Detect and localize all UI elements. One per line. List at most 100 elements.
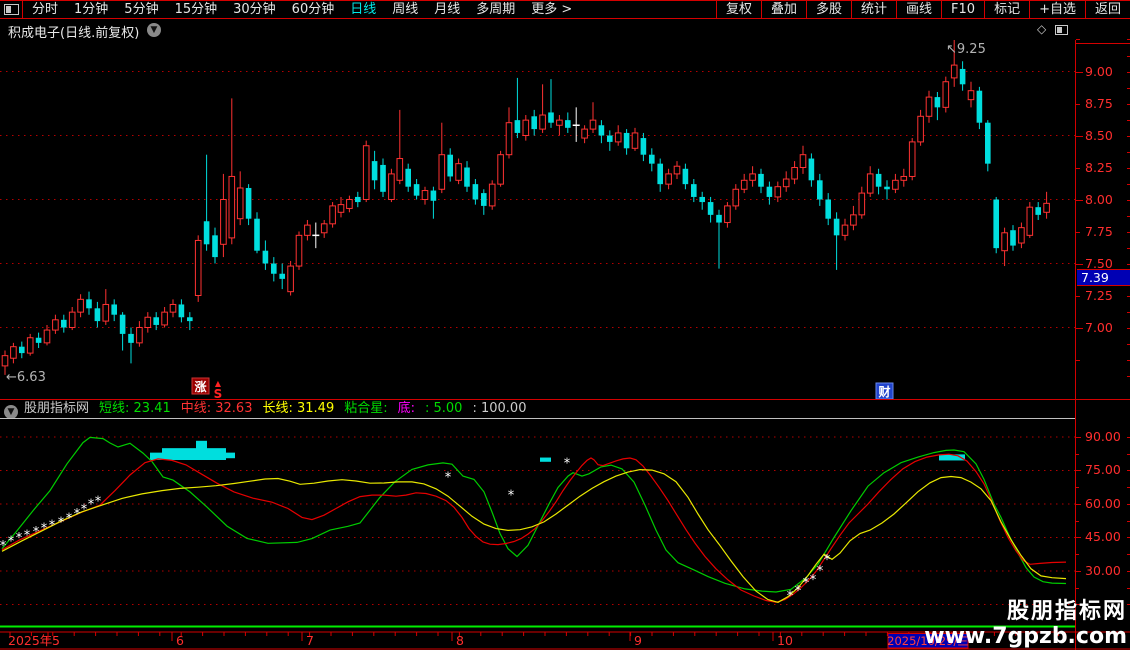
- indicator-stat: 粘合星:: [344, 401, 387, 416]
- candle: [859, 187, 865, 219]
- indicator-tick: [1076, 504, 1081, 505]
- candle: [111, 299, 117, 321]
- candle: [372, 151, 378, 189]
- candle: [767, 182, 773, 205]
- watermark-site-name: 股朋指标网: [924, 599, 1127, 624]
- adhesion-star-histogram: [207, 448, 226, 460]
- menu-item-tool[interactable]: 复权: [716, 1, 761, 18]
- star-marker: *: [16, 531, 23, 546]
- menu-item-period[interactable]: 60分钟: [284, 1, 343, 18]
- candle: [775, 182, 781, 202]
- price-label: 8.25: [1085, 160, 1113, 175]
- candle: [53, 315, 59, 334]
- indicator-stat: 长线: 31.49: [262, 401, 334, 416]
- candlestick-chart[interactable]: ↖9.25←6.63涨▲S财: [0, 40, 1075, 399]
- menu-item-tool[interactable]: 叠加: [761, 1, 806, 18]
- price-tick: [1076, 328, 1083, 329]
- star-marker: *: [33, 525, 40, 540]
- menu-item-tool[interactable]: 返回: [1085, 1, 1130, 18]
- menu-item-period[interactable]: 月线: [426, 1, 468, 18]
- candle: [355, 192, 361, 207]
- menu-item-period[interactable]: 15分钟: [167, 1, 226, 18]
- indicator-chart[interactable]: **********************: [0, 419, 1075, 628]
- indicator-tick: [1076, 470, 1081, 471]
- candle: [439, 123, 445, 193]
- candle: [842, 219, 848, 241]
- price-axis: 9.008.758.508.258.007.757.507.257.007.39…: [1075, 40, 1130, 650]
- menu-item-tool[interactable]: 画线: [896, 1, 941, 18]
- candle: [666, 169, 672, 189]
- indicator-axis-label: 30.00: [1085, 563, 1121, 578]
- candle: [590, 102, 596, 133]
- candle: [540, 84, 546, 133]
- indicator-tick: [1076, 588, 1079, 589]
- menu-item-period[interactable]: 日线: [342, 1, 384, 18]
- diamond-icon[interactable]: ◇: [1037, 22, 1046, 36]
- layout-toggle-button[interactable]: [0, 1, 23, 18]
- menu-item-period[interactable]: 5分钟: [116, 1, 166, 18]
- indicator-stat: 短线: 23.41: [99, 401, 171, 416]
- menu-item-period[interactable]: 周线: [384, 1, 426, 18]
- star-marker: *: [564, 457, 571, 472]
- price-label: 9.00: [1085, 64, 1113, 79]
- candle: [649, 148, 655, 171]
- adhesion-star-histogram: [162, 448, 196, 460]
- price-tick: [1076, 136, 1083, 137]
- candle: [187, 312, 193, 330]
- chevron-down-icon[interactable]: ▼: [147, 23, 161, 37]
- indicator-tick: [1076, 537, 1081, 538]
- pane-layout-icon[interactable]: [1055, 25, 1068, 35]
- candle: [254, 212, 260, 253]
- menu-item-period[interactable]: 多周期: [468, 1, 523, 18]
- candle: [447, 148, 453, 181]
- candle: [397, 110, 403, 184]
- menu-item-tool[interactable]: 标记: [984, 1, 1029, 18]
- month-label: 9: [634, 633, 642, 648]
- candle: [809, 153, 815, 186]
- candle: [909, 138, 915, 180]
- candle: [338, 197, 344, 217]
- adhesion-star-histogram: [540, 458, 551, 462]
- price-tick: [1076, 360, 1080, 361]
- candle: [288, 261, 294, 296]
- menu-item-tool[interactable]: 多股: [806, 1, 851, 18]
- candle: [901, 169, 907, 187]
- svg-text:涨: 涨: [194, 379, 206, 394]
- candle: [977, 87, 983, 129]
- candle: [993, 197, 999, 253]
- indicator-tick: [1076, 554, 1079, 555]
- star-marker: *: [824, 553, 831, 568]
- period-menu: 分时1分钟5分钟15分钟30分钟60分钟日线周线月线多周期更多 >: [24, 1, 580, 18]
- candle: [1010, 225, 1016, 251]
- candle: [27, 334, 33, 356]
- candle: [741, 174, 747, 193]
- menu-item-tool[interactable]: 统计: [851, 1, 896, 18]
- collapse-icon[interactable]: ▼: [4, 405, 18, 419]
- menu-item-period[interactable]: 30分钟: [225, 1, 284, 18]
- menu-item-period[interactable]: 分时: [24, 1, 66, 18]
- candle: [137, 321, 143, 347]
- candle: [36, 333, 42, 348]
- candle: [599, 120, 605, 143]
- candle: [683, 164, 689, 190]
- menu-item-period[interactable]: 更多 >: [523, 1, 580, 18]
- star-marker: *: [58, 515, 65, 530]
- candle: [162, 307, 168, 327]
- adhesion-star-histogram: [196, 441, 207, 460]
- title-bar: 积成电子(日线.前复权) ▼ ◇: [0, 19, 1130, 40]
- menu-item-period[interactable]: 1分钟: [66, 1, 116, 18]
- candle: [968, 82, 974, 108]
- menu-item-tool[interactable]: F10: [941, 1, 984, 18]
- candle: [246, 184, 252, 225]
- star-marker: *: [795, 584, 802, 599]
- candle: [851, 206, 857, 230]
- candle: [456, 159, 462, 185]
- menu-item-tool[interactable]: +自选: [1029, 1, 1085, 18]
- candle: [893, 174, 899, 193]
- price-label: 7.00: [1085, 320, 1113, 335]
- candle: [464, 161, 470, 192]
- star-marker: *: [0, 539, 7, 554]
- candle: [19, 342, 25, 359]
- candle: [263, 240, 269, 269]
- price-annotation: ↖9.25: [946, 42, 986, 57]
